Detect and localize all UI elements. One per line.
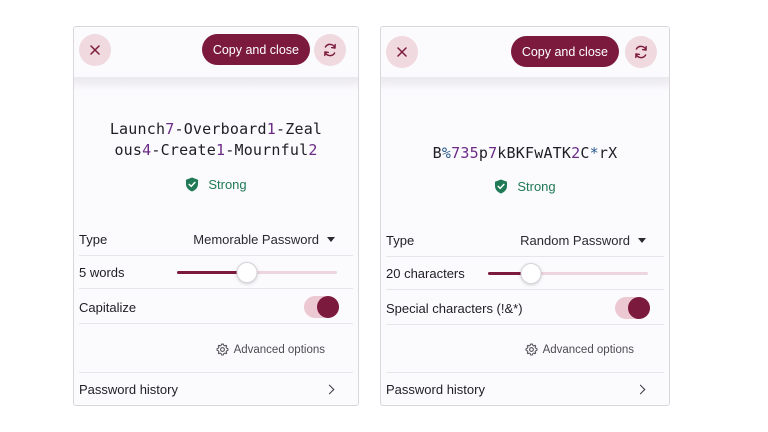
length-slider[interactable] <box>488 262 648 284</box>
refresh-icon <box>324 43 336 57</box>
strength-label: Strong <box>517 179 556 194</box>
generated-password[interactable]: Launch7-Overboard1-Zealous4-Create1-Mour… <box>74 119 358 161</box>
shield-check-icon <box>186 177 199 192</box>
close-button[interactable] <box>386 36 418 68</box>
capitalize-toggle[interactable] <box>304 296 339 318</box>
advanced-options-label: Advanced options <box>542 343 634 356</box>
length-slider[interactable] <box>177 261 337 283</box>
strength-label: Strong <box>208 177 247 192</box>
capitalize-label: Capitalize <box>79 299 137 315</box>
length-row: 5 words <box>79 256 353 289</box>
password-history-row[interactable]: Password history <box>79 372 353 405</box>
option-row: Capitalize <box>79 291 353 324</box>
generated-password[interactable]: B%735p7kBKFwATK2C*rX <box>381 143 669 164</box>
advanced-options-link[interactable]: Advanced options <box>74 343 358 356</box>
length-label: 5 words <box>79 264 125 280</box>
close-icon <box>90 45 100 55</box>
panel-header: Copy and close <box>74 27 358 91</box>
close-icon <box>397 47 407 57</box>
advanced-options-link[interactable]: Advanced options <box>381 343 669 356</box>
regenerate-button[interactable] <box>314 34 346 66</box>
copy-and-close-button[interactable]: Copy and close <box>201 34 310 65</box>
shield-check-icon <box>495 179 508 194</box>
chevron-down-icon <box>638 237 646 243</box>
gear-icon <box>216 343 229 356</box>
special-characters-label: Special characters (!&*) <box>386 300 523 316</box>
password-generator-panel-memorable: Copy and close Launch7-Overboard1-Zealou… <box>73 26 359 406</box>
chevron-down-icon <box>327 236 335 242</box>
refresh-icon <box>635 45 647 59</box>
password-history-label: Password history <box>386 381 485 397</box>
type-label: Type <box>386 232 415 248</box>
password-type-value: Random Password <box>520 232 630 248</box>
toggle-knob <box>628 297 650 319</box>
type-label: Type <box>79 231 108 247</box>
password-history-row[interactable]: Password history <box>386 372 664 405</box>
gear-icon <box>525 343 538 356</box>
strength-indicator: Strong <box>381 179 669 194</box>
copy-and-close-button[interactable]: Copy and close <box>510 36 619 67</box>
type-row: Type Random Password <box>386 224 664 257</box>
password-generator-panel-random: Copy and close B%735p7kBKFwATK2C*rX Stro… <box>380 26 670 406</box>
password-type-dropdown[interactable]: Random Password <box>520 233 646 248</box>
regenerate-button[interactable] <box>625 36 657 68</box>
strength-indicator: Strong <box>74 177 358 192</box>
slider-thumb[interactable] <box>236 261 258 283</box>
chevron-right-icon <box>324 384 335 394</box>
password-type-value: Memorable Password <box>193 231 319 247</box>
password-type-dropdown[interactable]: Memorable Password <box>193 232 335 247</box>
panel-header: Copy and close <box>381 27 669 91</box>
close-button[interactable] <box>79 34 111 66</box>
type-row: Type Memorable Password <box>79 223 353 256</box>
toggle-knob <box>317 296 339 318</box>
length-label: 20 characters <box>386 265 465 281</box>
slider-thumb[interactable] <box>520 262 542 284</box>
option-row: Special characters (!&*) <box>386 292 664 325</box>
chevron-right-icon <box>635 384 646 394</box>
advanced-options-label: Advanced options <box>233 343 325 356</box>
length-row: 20 characters <box>386 257 664 290</box>
password-history-label: Password history <box>79 381 178 397</box>
special-characters-toggle[interactable] <box>615 297 650 319</box>
